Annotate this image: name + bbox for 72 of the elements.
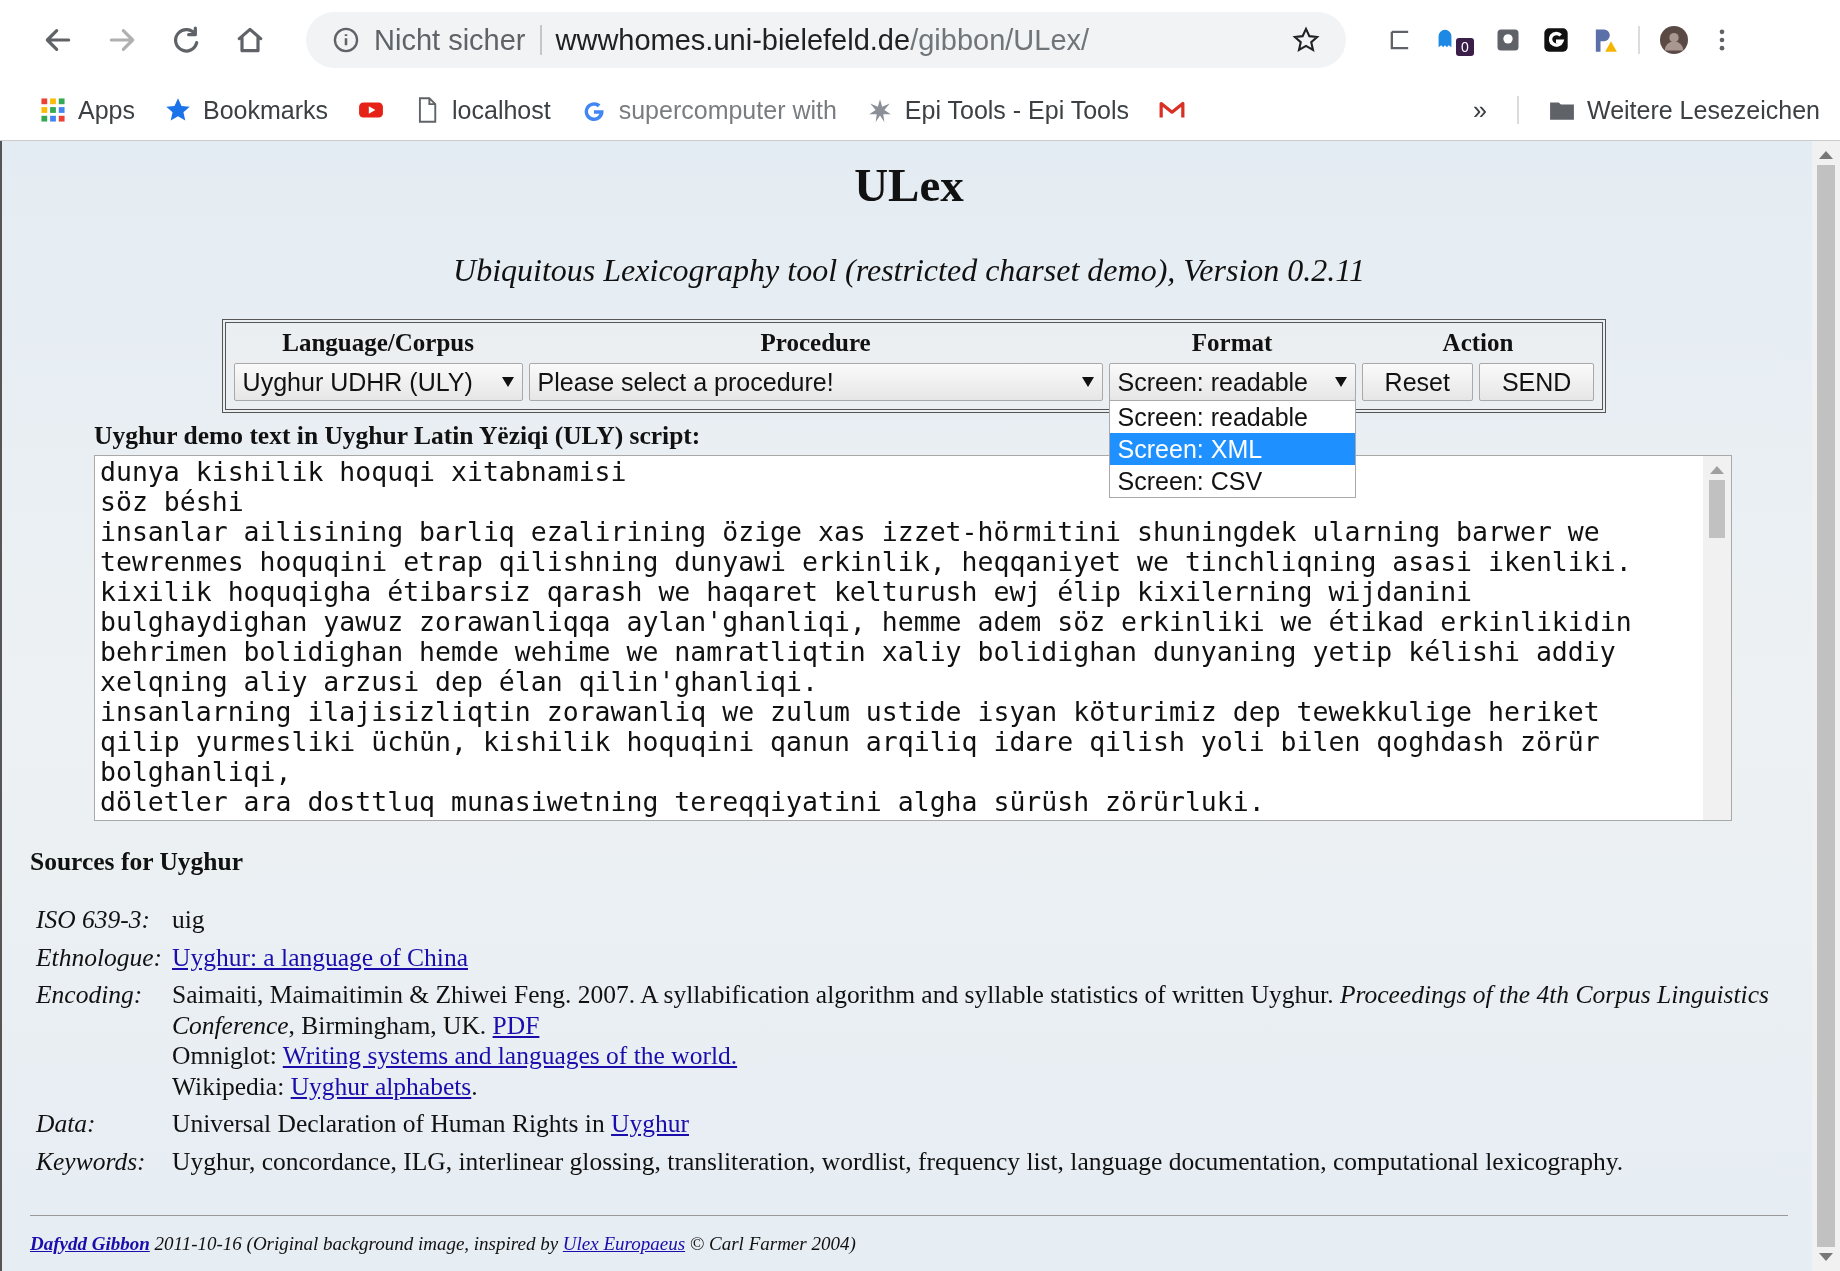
field-label: Keywords: bbox=[36, 1146, 147, 1177]
extension-badge: 0 bbox=[1456, 38, 1474, 56]
text-line: kixilik hoquqigha étibarsiz qarash we haqaret kelturush ewj élip kixilerning wijdanini bbox=[100, 577, 1473, 607]
text-line: döletler ara dosttluq munasiwetning tereqqiyatini algha sürüsh zörürluki. bbox=[100, 787, 1265, 817]
bookmark[interactable]: Apps bbox=[40, 95, 135, 125]
star-icon bbox=[165, 97, 191, 123]
star-icon[interactable] bbox=[1292, 26, 1320, 54]
link[interactable]: Writing systems and languages of the world. bbox=[282, 1041, 738, 1070]
link[interactable]: Uyghur alphabets bbox=[290, 1071, 472, 1101]
overflow-chevron[interactable]: » bbox=[1473, 95, 1487, 125]
bookmark-label[interactable]: localhost bbox=[452, 95, 551, 125]
text-line: insanlar ailisining barliq ezalirining özige xas izzet-hörmitini shuningdek ularning barwer we bbox=[100, 517, 1600, 547]
source-text: Universal Declaration of Human Rights in Uyghur bbox=[172, 1109, 690, 1140]
footer-text: Dafydd Gibbon 2011-10-16 (Original background image, inspired by Ulex Europaeus © Carl Farmer 2004) bbox=[30, 1232, 857, 1256]
column-header: Format bbox=[1190, 328, 1274, 358]
field-label: Encoding: bbox=[36, 980, 144, 1011]
format-select[interactable]: Screen: readable bbox=[1108, 363, 1356, 401]
page-title: ULex bbox=[853, 158, 965, 213]
text-label: Uyghur demo text in Uyghur Latin Yëziqi (ULY) script: bbox=[94, 421, 701, 451]
column-header: Action bbox=[1441, 328, 1515, 358]
g-icon[interactable] bbox=[1542, 26, 1570, 54]
bookmark[interactable]: Bookmarks bbox=[165, 95, 329, 125]
page-subtitle: Ubiquitous Lexicography tool (restricted charset demo), Version 0.2.11 bbox=[452, 251, 1366, 289]
bookmark-label[interactable]: Apps bbox=[78, 95, 135, 125]
text-line: xelqning aliy arzusi dep élan qilin'ghanliqi. bbox=[100, 667, 818, 697]
address-bar[interactable]: Nicht sicher wwwhomes.uni-bielefeld.de/gibbon/ULex/ bbox=[306, 12, 1346, 68]
link[interactable]: PDF bbox=[492, 1010, 540, 1040]
text-line: söz béshi bbox=[100, 487, 244, 517]
text-line: qilip yurmesliki üchün, kishilik hoquqini qanun arqiliq idare qilish yoli bilen qoghdash zörür bbox=[100, 727, 1600, 757]
avatar-icon[interactable] bbox=[1660, 26, 1688, 54]
dropdown-caret-icon bbox=[501, 377, 514, 387]
bookmark-label[interactable]: Bookmarks bbox=[203, 95, 329, 125]
text-line: behrimen bolidighan hemde wehime we namratliqtin xaliy bolidighan dunyaning yetip kélishi addiy bbox=[100, 637, 1616, 667]
form-button[interactable]: Reset bbox=[1361, 363, 1473, 401]
url-text: wwwhomes.uni-bielefeld.de/gibbon/ULex/ bbox=[555, 23, 1091, 57]
page-scrollbar[interactable] bbox=[1812, 141, 1840, 1271]
security-label: Nicht sicher bbox=[374, 23, 526, 57]
column-header: Language/Corpus bbox=[281, 328, 475, 358]
scroll-thumb[interactable] bbox=[1709, 480, 1725, 538]
scroll-thumb[interactable] bbox=[1817, 165, 1835, 1247]
scroll-down-arrow-icon[interactable] bbox=[1819, 1253, 1833, 1263]
source-text: Uyghur, concordance, ILG, interlinear glossing, transliteration, wordlist, frequency list, language documentation, computational lexicography. bbox=[172, 1146, 1625, 1177]
apps-grid-icon bbox=[40, 97, 66, 123]
author-link[interactable]: Dafydd Gibbon bbox=[30, 1233, 150, 1254]
bookmark[interactable]: localhost bbox=[414, 95, 551, 125]
scroll-up-arrow-icon[interactable] bbox=[1819, 149, 1833, 159]
field-label: Data: bbox=[36, 1109, 97, 1140]
dropdown-caret-icon bbox=[1334, 377, 1347, 387]
source-text: Wikipedia: Uyghur alphabets. bbox=[172, 1071, 479, 1102]
section-heading: Sources for Uyghur bbox=[30, 847, 244, 877]
field-label: Ethnologue: bbox=[36, 942, 164, 973]
text-line: insanlarning ilajisizliqtin zorawanliq we zulum ustide isyan köturimiz dep tewekkulige heriket bbox=[100, 697, 1600, 727]
procedure-select[interactable]: Please select a procedure! bbox=[528, 363, 1103, 401]
info-icon[interactable] bbox=[332, 26, 360, 54]
source-text: Saimaiti, Maimaitimin & Zhiwei Feng. 2007. A syllabification algorithm and syllable statistics of written Uyghur. Proceedings of the 4th Corpus Linguistics Conference, Birmingham, UK. PDF bbox=[172, 980, 1770, 1041]
dropdown-option[interactable]: Screen: readable bbox=[1109, 401, 1355, 433]
link[interactable]: Uyghur bbox=[611, 1109, 689, 1138]
dropdown-option[interactable]: Screen: CSV bbox=[1109, 465, 1355, 497]
field-label: ISO 639-3: bbox=[36, 905, 151, 936]
dropdown-caret-icon bbox=[1081, 377, 1094, 387]
source-text: Omniglot: Writing systems and languages of the world. bbox=[172, 1041, 739, 1072]
link[interactable]: Ulex Europaeus bbox=[562, 1233, 686, 1254]
scrollbar[interactable] bbox=[1703, 456, 1731, 820]
text-line: bulghaydighan yawuz zorawanliqqa aylan'ghanliqi, hemme adem söz erkinliki we étikad erkinlikidin bbox=[100, 607, 1632, 637]
text-line: dunya kishilik hoquqi xitabnamisi bbox=[100, 457, 627, 487]
text-line: bolghanliqi, bbox=[100, 757, 292, 787]
source-text: uig bbox=[172, 905, 206, 936]
text-line: tewrenmes hoquqini etrap qilishning dunyawi erkinlik, heqqaniyet we tinchliqning asasi ikenliki. bbox=[100, 547, 1632, 577]
form-button[interactable]: SEND bbox=[1478, 363, 1595, 401]
link[interactable]: Uyghur: a language of China bbox=[172, 942, 468, 972]
column-header: Procedure bbox=[759, 328, 872, 358]
language-select[interactable]: Uyghur UDHR (ULY) bbox=[233, 363, 523, 401]
